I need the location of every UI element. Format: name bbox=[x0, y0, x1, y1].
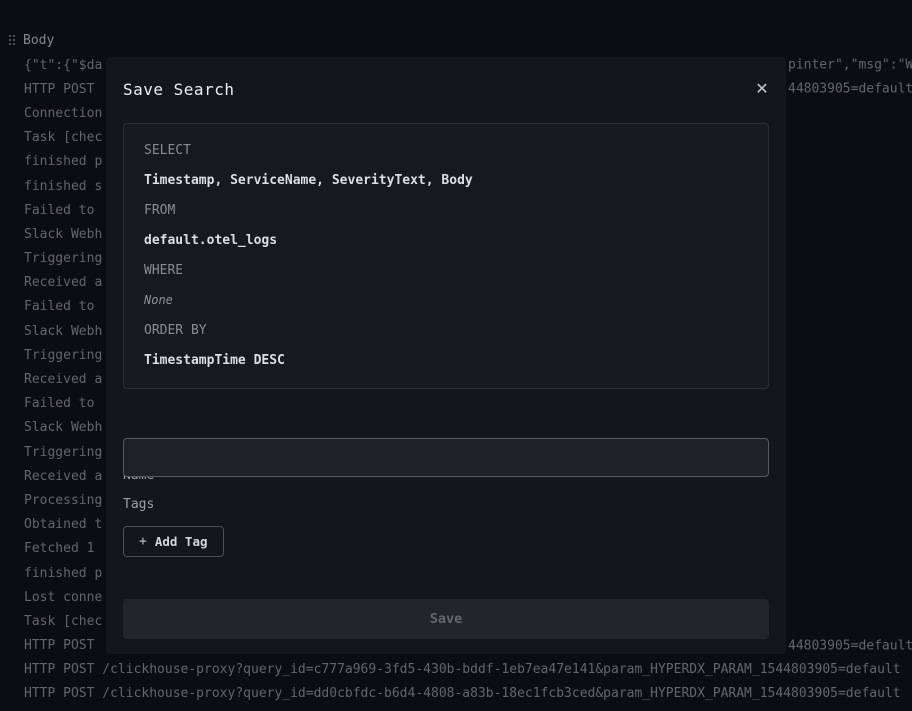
plus-icon: + bbox=[139, 534, 147, 549]
add-tag-label: Add Tag bbox=[155, 534, 208, 549]
query-from-label: FROM bbox=[144, 203, 175, 218]
query-orderby-label: ORDER BY bbox=[144, 323, 207, 338]
add-tag-button[interactable]: + Add Tag bbox=[123, 526, 224, 557]
close-button[interactable]: ✕ bbox=[748, 75, 776, 103]
query-from-value: default.otel_logs bbox=[144, 233, 277, 248]
query-select-label: SELECT bbox=[144, 143, 191, 158]
query-orderby-value: TimestampTime DESC bbox=[144, 353, 285, 368]
save-button[interactable]: Save bbox=[123, 599, 769, 639]
query-where-value: None bbox=[144, 293, 173, 307]
modal-title: Save Search bbox=[123, 80, 234, 99]
name-input[interactable] bbox=[123, 438, 769, 477]
query-preview: SELECT Timestamp, ServiceName, SeverityT… bbox=[123, 123, 769, 389]
tags-label: Tags bbox=[123, 497, 154, 512]
close-icon: ✕ bbox=[755, 79, 768, 98]
query-select-value: Timestamp, ServiceName, SeverityText, Bo… bbox=[144, 173, 473, 188]
query-where-label: WHERE bbox=[144, 263, 183, 278]
save-search-modal: Save Search ✕ SELECT Timestamp, ServiceN… bbox=[106, 57, 786, 654]
